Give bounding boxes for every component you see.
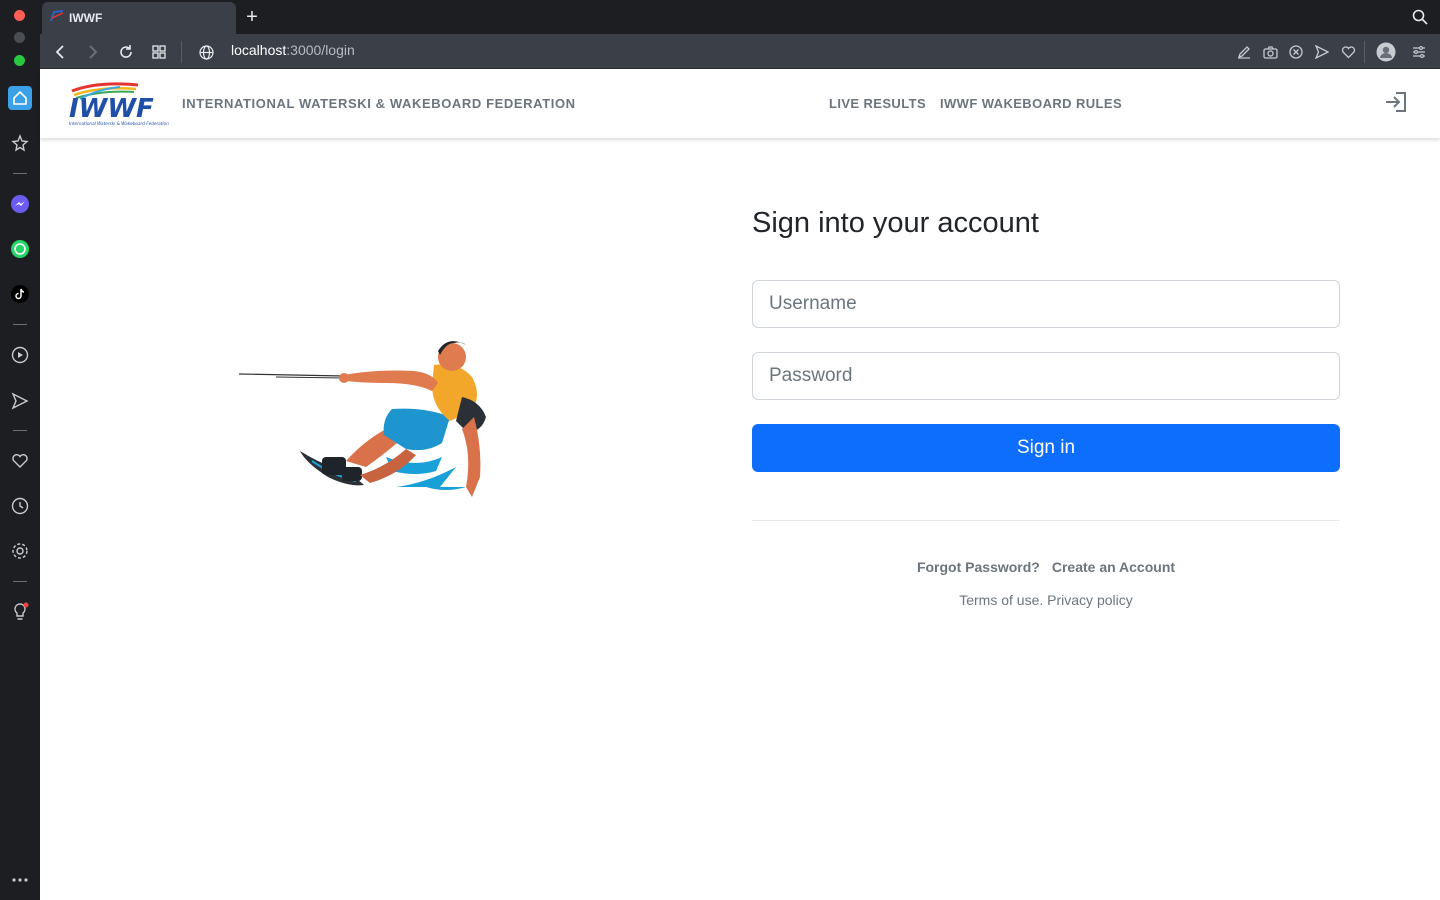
settings-icon[interactable]: [8, 539, 32, 563]
sign-in-button[interactable]: Sign in: [752, 424, 1340, 472]
brand-name[interactable]: INTERNATIONAL WATERSKI & WAKEBOARD FEDER…: [182, 96, 576, 111]
adblock-icon[interactable]: [1284, 40, 1308, 64]
url-field[interactable]: localhost:3000/login: [231, 42, 355, 58]
whatsapp-icon[interactable]: [8, 237, 32, 261]
reload-icon[interactable]: [114, 40, 138, 64]
create-account-link[interactable]: Create an Account: [1052, 559, 1175, 575]
edit-icon[interactable]: [1232, 40, 1256, 64]
home-icon[interactable]: [8, 86, 32, 110]
tabs-overview-icon[interactable]: [147, 40, 171, 64]
web-page: IWWF International Waterski & Wakeboard …: [40, 69, 1440, 900]
snapshot-camera-icon[interactable]: [1258, 40, 1282, 64]
new-tab-button[interactable]: +: [242, 7, 262, 27]
account-links: Forgot Password? Create an Account: [752, 559, 1340, 575]
messenger-icon[interactable]: [8, 192, 32, 216]
profile-avatar-icon[interactable]: [1374, 40, 1398, 64]
site-info-globe-icon[interactable]: [194, 40, 218, 64]
browser-sidebar: [0, 0, 40, 900]
tab-title: IWWF: [69, 11, 103, 25]
back-icon[interactable]: [48, 40, 72, 64]
favicon-icon: [50, 9, 64, 27]
pinboard-icon[interactable]: [8, 131, 32, 155]
wakeboarder-illustration: [236, 337, 502, 499]
heart-icon[interactable]: [8, 449, 32, 473]
login-title: Sign into your account: [752, 207, 1039, 239]
history-icon[interactable]: [8, 494, 32, 518]
player-icon[interactable]: [8, 343, 32, 367]
login-icon[interactable]: [1384, 91, 1408, 118]
form-divider: [752, 520, 1340, 521]
close-window-button[interactable]: [14, 10, 25, 21]
tab-bar: IWWF +: [40, 0, 1440, 34]
logo-caption: International Waterski & Wakeboard Feder…: [69, 121, 169, 126]
logo-text: IWWF: [69, 94, 154, 124]
tab-search-icon[interactable]: [1412, 9, 1428, 30]
maximize-window-button[interactable]: [14, 55, 25, 66]
forward-icon[interactable]: [81, 40, 105, 64]
site-navbar: IWWF International Waterski & Wakeboard …: [40, 69, 1440, 138]
more-options-icon[interactable]: [8, 868, 32, 892]
nav-wakeboard-rules[interactable]: IWWF WAKEBOARD RULES: [940, 96, 1122, 111]
browser-tab[interactable]: IWWF: [42, 2, 236, 34]
easy-setup-icon[interactable]: [1407, 40, 1431, 64]
nav-live-results[interactable]: LIVE RESULTS: [829, 96, 926, 111]
iwwf-logo[interactable]: IWWF International Waterski & Wakeboard …: [68, 79, 170, 127]
terms-of-use-link[interactable]: Terms of use.: [959, 592, 1043, 608]
tiktok-icon[interactable]: [8, 282, 32, 306]
send-to-icon[interactable]: [1310, 40, 1334, 64]
send-icon[interactable]: [8, 389, 32, 413]
forgot-password-link[interactable]: Forgot Password?: [917, 559, 1040, 575]
password-input[interactable]: [752, 352, 1340, 400]
address-bar-row: localhost:3000/login: [40, 34, 1440, 69]
bookmark-heart-icon[interactable]: [1336, 40, 1360, 64]
privacy-policy-link[interactable]: Privacy policy: [1047, 592, 1133, 608]
username-input[interactable]: [752, 280, 1340, 328]
lightbulb-icon[interactable]: [8, 600, 32, 624]
legal-links: Terms of use. Privacy policy: [752, 592, 1340, 608]
minimize-window-button[interactable]: [14, 32, 25, 43]
